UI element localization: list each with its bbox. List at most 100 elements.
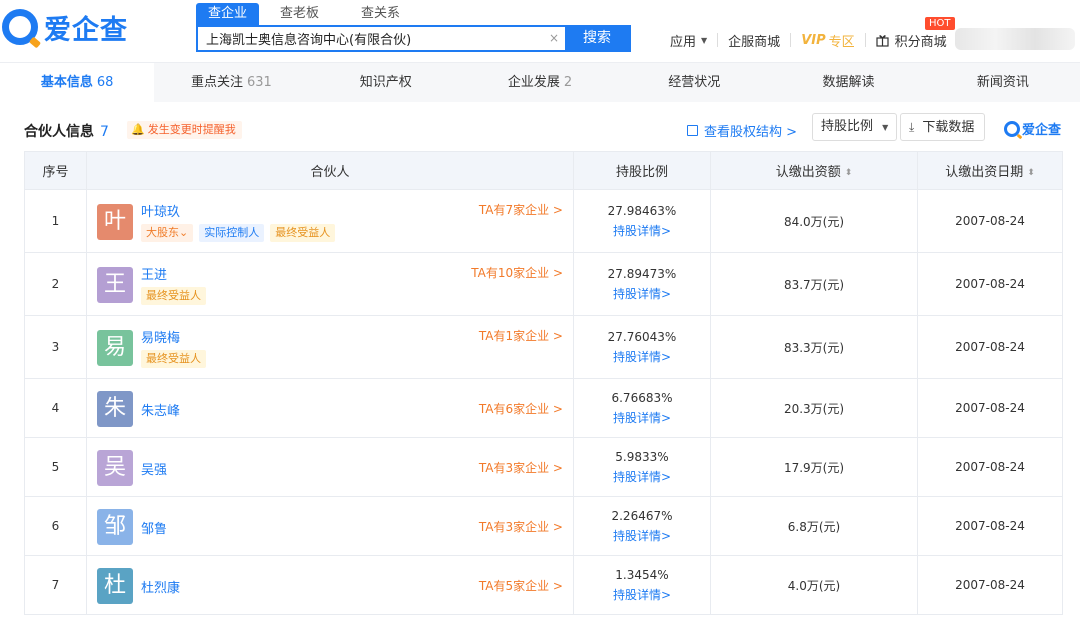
avatar[interactable]: 吴 (97, 450, 133, 486)
alert-label: 发生变更时提醒我 (147, 123, 236, 136)
avatar[interactable]: 朱 (97, 391, 133, 427)
date-cell: 2007-08-24 (917, 189, 1063, 253)
tab-operations[interactable]: 经营状况 (617, 63, 771, 102)
capital-cell: 17.9万(元) (710, 437, 918, 497)
avatar[interactable]: 易 (97, 330, 133, 366)
partner-count: 7 (100, 124, 109, 140)
logo-text: 爱企查 (44, 14, 128, 46)
search-tab-boss[interactable]: 查老板 (259, 3, 340, 25)
tab-label: 企业发展 (507, 75, 560, 90)
ratio-cell: 27.76043% 持股详情> (573, 315, 711, 379)
tab-news[interactable]: 新闻资讯 (926, 63, 1080, 102)
capital-cell: 6.8万(元) (710, 496, 918, 556)
col-capital[interactable]: 认缴出资额 ⬍ (710, 151, 918, 190)
sort-icon[interactable]: ⬍ (845, 168, 853, 178)
related-companies-link[interactable]: TA有3家企业 > (479, 518, 563, 535)
partner-name-link[interactable]: 王进 (141, 264, 167, 283)
partner-name-link[interactable]: 吴强 (141, 459, 167, 478)
ratio-sort-dropdown[interactable]: 持股比例 ▼ (812, 113, 898, 141)
related-companies-link[interactable]: TA有1家企业 > (479, 327, 563, 344)
avatar[interactable]: 杜 (97, 568, 133, 604)
site-logo[interactable]: 爱企查 (2, 7, 128, 47)
ratio-cell: 27.98463% 持股详情> (573, 189, 711, 253)
equity-structure-link[interactable]: 查看股权结构 > (687, 121, 797, 140)
partners-section-header: 合伙人信息 7 🔔 发生变更时提醒我 查看股权结构 > 持股比例 ▼ ⤓ 下载数据 爱… (24, 113, 1064, 145)
tab-data-insights[interactable]: 数据解读 (771, 63, 925, 102)
related-companies-link[interactable]: TA有10家企业 > (471, 264, 563, 281)
tab-count: 631 (247, 75, 272, 90)
search-box: × 搜索 (196, 25, 631, 52)
top-header: 爱企查 查企业 查老板 查关系 × 搜索 应用 ▼ 企服商城 VIP 专区 积 (0, 0, 1080, 62)
col-capital-label: 认缴出资额 (775, 165, 841, 180)
search-button[interactable]: 搜索 (565, 27, 629, 50)
caret-down-icon: ▼ (882, 123, 889, 132)
partner-cell: 易易晓梅 最终受益人 TA有1家企业 > (86, 315, 574, 379)
capital-cell: 83.3万(元) (710, 315, 918, 379)
avatar[interactable]: 叶 (97, 204, 133, 240)
tab-key-attention[interactable]: 重点关注 631 (154, 63, 308, 102)
brand-watermark: 爱企查 (1004, 119, 1061, 138)
partner-cell: 朱朱志峰 TA有6家企业 > (86, 378, 574, 438)
tab-label: 基本信息 (40, 75, 93, 90)
ratio-value: 27.89473% (607, 267, 677, 281)
partner-tag[interactable]: 大股东⌄ (141, 224, 194, 242)
partners-table: 序号 合伙人 持股比例 认缴出资额 ⬍ 认缴出资日期 ⬍ 1 叶叶琼玖 大股东⌄ 实际控制… (24, 151, 1063, 615)
col-ratio: 持股比例 (573, 151, 711, 190)
table-row: 2 王王进 最终受益人 TA有10家企业 > 27.89473% 持股详情> 83.7万(元… (24, 252, 1063, 316)
tab-label: 数据解读 (822, 75, 875, 90)
tab-count: 68 (96, 75, 114, 90)
capital-cell: 20.3万(元) (710, 378, 918, 438)
partner-tag: 实际控制人 (199, 224, 265, 242)
table-header-row: 序号 合伙人 持股比例 认缴出资额 ⬍ 认缴出资日期 ⬍ (24, 151, 1063, 190)
holding-detail-link[interactable]: 持股详情> (574, 284, 710, 304)
partner-name-link[interactable]: 叶琼玖 (141, 201, 180, 220)
hot-badge: HOT (925, 17, 955, 30)
partner-name-link[interactable]: 杜烈康 (141, 577, 180, 596)
col-date-label: 认缴出资日期 (945, 165, 1024, 180)
col-date[interactable]: 认缴出资日期 ⬍ (917, 151, 1063, 190)
top-nav: 应用 ▼ 企服商城 VIP 专区 积分商城 (660, 30, 957, 50)
table-row: 1 叶叶琼玖 大股东⌄ 实际控制人 最终受益人 TA有7家企业 > 27.98463% 持股详… (24, 189, 1063, 253)
capital-cell: 83.7万(元) (710, 252, 918, 316)
nav-apps[interactable]: 应用 ▼ (660, 31, 717, 50)
ratio-button-label: 持股比例 (821, 119, 874, 134)
related-companies-link[interactable]: TA有6家企业 > (479, 400, 563, 417)
holding-detail-link[interactable]: 持股详情> (574, 221, 710, 241)
search-input[interactable] (198, 27, 543, 50)
avatar[interactable]: 邹 (97, 509, 133, 545)
partner-name-link[interactable]: 邹鲁 (141, 518, 167, 537)
seq-cell: 6 (24, 496, 87, 556)
tab-development[interactable]: 企业发展 2 (463, 63, 617, 102)
nav-points-label: 积分商城 (894, 34, 947, 50)
user-avatar-blurred[interactable] (955, 28, 1075, 50)
download-data-button[interactable]: ⤓ 下载数据 (900, 113, 986, 141)
nav-points-mall[interactable]: 积分商城 (866, 31, 957, 50)
search-tab-relation[interactable]: 查关系 (340, 3, 421, 25)
related-companies-link[interactable]: TA有5家企业 > (479, 577, 563, 594)
nav-service-mall[interactable]: 企服商城 (718, 31, 790, 50)
tab-label: 经营状况 (668, 75, 721, 90)
tag-list: 大股东⌄ 实际控制人 最终受益人 (141, 224, 341, 242)
ratio-value: 5.9833% (615, 450, 669, 464)
tab-ip[interactable]: 知识产权 (309, 63, 463, 102)
ratio-cell: 6.76683% 持股详情> (573, 378, 711, 438)
avatar[interactable]: 王 (97, 267, 133, 303)
table-row: 6 邹邹鲁 TA有3家企业 > 2.26467% 持股详情> 6.8万(元) 2007-08… (24, 496, 1063, 556)
holding-detail-link[interactable]: 持股详情> (574, 347, 710, 367)
date-cell: 2007-08-24 (917, 315, 1063, 379)
search-tab-company[interactable]: 查企业 (196, 3, 260, 25)
holding-detail-link[interactable]: 持股详情> (574, 467, 710, 487)
partner-name-link[interactable]: 朱志峰 (141, 400, 180, 419)
holding-detail-link[interactable]: 持股详情> (574, 526, 710, 546)
tag-list: 最终受益人 (141, 287, 212, 305)
clear-icon[interactable]: × (543, 27, 565, 50)
nav-vip-zone[interactable]: VIP 专区 (791, 31, 864, 50)
change-alert-button[interactable]: 🔔 发生变更时提醒我 (127, 121, 242, 139)
related-companies-link[interactable]: TA有3家企业 > (479, 459, 563, 476)
tab-basic-info[interactable]: 基本信息 68 (0, 63, 155, 102)
related-companies-link[interactable]: TA有7家企业 > (479, 201, 563, 218)
holding-detail-link[interactable]: 持股详情> (574, 585, 710, 605)
sort-icon[interactable]: ⬍ (1027, 168, 1035, 178)
partner-name-link[interactable]: 易晓梅 (141, 327, 180, 346)
holding-detail-link[interactable]: 持股详情> (574, 408, 710, 428)
